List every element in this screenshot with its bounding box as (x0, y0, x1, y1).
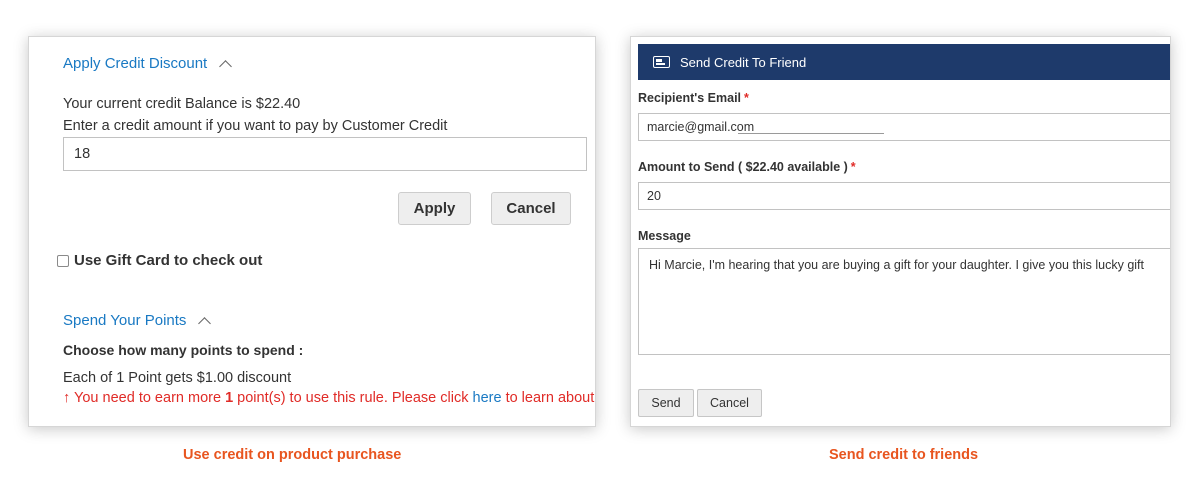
credit-instruction-text: Enter a credit amount if you want to pay… (63, 118, 448, 134)
chevron-up-icon (219, 59, 233, 73)
recipient-email-label: Recipient's Email * (638, 91, 749, 105)
warning-count: 1 (225, 390, 234, 406)
credit-balance-text: Your current credit Balance is $22.40 (63, 96, 301, 112)
apply-credit-discount-toggle[interactable]: Apply Credit Discount (63, 55, 233, 73)
credit-card-icon (653, 56, 670, 68)
recipient-email-input[interactable] (638, 113, 1170, 141)
points-rule-text: Each of 1 Point gets $1.00 discount (63, 370, 292, 386)
gift-card-option[interactable]: Use Gift Card to check out (57, 252, 262, 269)
required-marker: * (850, 160, 856, 174)
arrow-up-icon: ↑ (63, 390, 71, 406)
apply-button[interactable]: Apply (398, 192, 471, 225)
points-warning: ↑ You need to earn more 1 point(s) to us… (63, 390, 595, 406)
message-textarea[interactable]: Hi Marcie, I'm hearing that you are buyi… (638, 248, 1170, 355)
email-autocomplete-underline (738, 133, 884, 134)
warning-prefix: You need to earn more (74, 390, 222, 406)
message-label: Message (638, 229, 691, 243)
caption-right: Send credit to friends (829, 447, 979, 463)
amount-label: Amount to Send ( $22.40 available ) * (638, 160, 856, 174)
amount-input[interactable] (638, 182, 1170, 210)
credit-amount-input[interactable] (63, 137, 587, 171)
send-button[interactable]: Send (638, 389, 694, 417)
apply-credit-discount-title: Apply Credit Discount (63, 55, 208, 72)
send-credit-title: Send Credit To Friend (680, 54, 807, 70)
send-credit-panel: Send Credit To Friend Recipient's Email *… (630, 36, 1171, 427)
warning-middle: point(s) to use this rule. Please click (237, 390, 469, 406)
recipient-email-label-text: Recipient's Email (638, 91, 742, 105)
required-marker: * (744, 91, 749, 105)
gift-card-checkbox[interactable] (57, 254, 69, 267)
amount-label-text: Amount to Send ( $22.40 available ) (638, 160, 848, 174)
chevron-up-icon (198, 316, 212, 330)
gift-card-label: Use Gift Card to check out (74, 252, 263, 269)
learn-more-link[interactable]: here (473, 390, 502, 406)
cancel-send-button[interactable]: Cancel (697, 389, 762, 417)
caption-left: Use credit on product purchase (183, 447, 402, 463)
send-credit-header: Send Credit To Friend (638, 44, 1170, 80)
spend-points-title: Spend Your Points (63, 312, 187, 329)
spend-points-toggle[interactable]: Spend Your Points (63, 312, 212, 330)
cancel-button[interactable]: Cancel (491, 192, 571, 225)
points-heading: Choose how many points to spend : (63, 342, 304, 358)
customer-credit-panel: Apply Credit Discount Your current credi… (28, 36, 596, 427)
warning-suffix: to learn about it. (505, 390, 595, 406)
